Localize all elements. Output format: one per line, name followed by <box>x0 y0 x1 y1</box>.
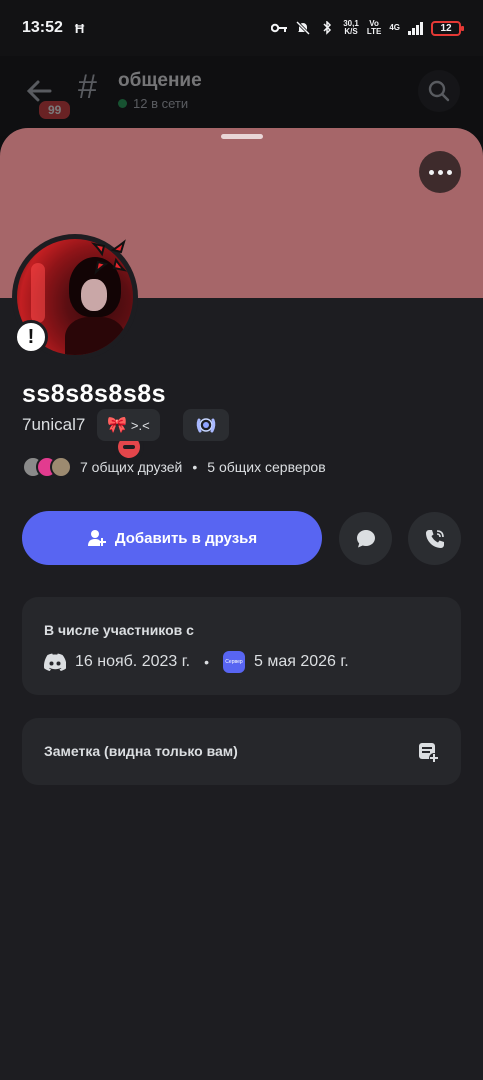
status-bar: 13:52 Ħ 30,1 K/S Vo LTE 4G 12 <box>0 0 483 56</box>
sheet-drag-handle[interactable] <box>221 134 263 139</box>
app-notification-icon: Ħ <box>74 20 85 36</box>
more-dots-icon <box>428 169 434 175</box>
unread-badge: 99 <box>36 98 74 122</box>
profile-sheet: ! ss8s8s8s8s 7unical7 🎀 >.< 7 общих друз… <box>0 128 483 1080</box>
battery-icon: 12 <box>431 20 464 36</box>
channel-name[interactable]: общение <box>118 70 202 92</box>
status-time: 13:52 <box>22 19 63 36</box>
hash-icon: # <box>78 68 97 106</box>
server-icon: Сервер <box>222 651 245 673</box>
mutual-avatar <box>50 456 72 478</box>
discord-join-date: 16 нояб. 2023 г. <box>75 653 191 670</box>
add-friend-button[interactable]: Добавить в друзья <box>22 511 322 565</box>
note-add-icon[interactable] <box>417 741 439 763</box>
more-options-button[interactable] <box>419 151 461 193</box>
voice-call-button[interactable] <box>408 512 461 565</box>
member-since-row: 16 нояб. 2023 г. • Сервер 5 мая 2026 г. <box>44 651 349 673</box>
battery-level: 12 <box>440 22 452 34</box>
bow-icon: 🎀 <box>107 417 127 434</box>
mutual-separator: • <box>192 459 198 475</box>
volte-indicator: Vo LTE <box>366 19 382 36</box>
add-friend-icon <box>87 530 106 546</box>
bluetooth-icon <box>323 21 332 35</box>
mutual-servers[interactable]: 5 общих серверов <box>207 459 325 475</box>
mutual-info[interactable]: 7 общих друзей • 5 общих серверов <box>22 456 326 478</box>
add-friend-label: Добавить в друзья <box>114 529 258 547</box>
member-since-card: В числе участников с 16 нояб. 2023 г. • … <box>22 597 461 695</box>
laurel-badge-icon <box>196 418 216 433</box>
profile-badge[interactable] <box>183 409 229 441</box>
server-join-date: 5 мая 2026 г. <box>253 653 349 670</box>
bell-off-icon <box>296 21 311 35</box>
search-button[interactable] <box>418 70 460 112</box>
message-bubble-icon <box>356 529 375 547</box>
profile-tag-text: >.< <box>130 417 150 433</box>
message-button[interactable] <box>339 512 392 565</box>
username[interactable]: 7unical7 <box>22 415 85 435</box>
network-speed: 30,1 K/S <box>343 19 359 36</box>
search-icon <box>428 80 450 102</box>
signal-icon <box>408 21 423 35</box>
member-since-title: В числе участников с <box>44 622 194 638</box>
discord-logo-icon <box>44 653 66 671</box>
mutual-friends[interactable]: 7 общих друзей <box>80 459 182 475</box>
network-type: 4G <box>389 23 400 32</box>
phone-call-icon <box>425 529 444 548</box>
anger-symbol-icon <box>90 239 128 276</box>
online-count: 12 в сети <box>118 96 188 111</box>
date-separator: • <box>204 654 209 670</box>
exclamation-bubble-icon: ! <box>14 320 48 354</box>
note-card[interactable]: Заметка (видна только вам) <box>22 718 461 785</box>
profile-tag[interactable]: 🎀 >.< <box>97 409 160 441</box>
display-name: ss8s8s8s8s <box>22 380 167 408</box>
channel-header: 99 # общение 12 в сети <box>0 56 483 136</box>
key-icon <box>271 23 288 33</box>
note-label: Заметка (видна только вам) <box>44 743 238 759</box>
online-dot-icon <box>118 99 127 108</box>
